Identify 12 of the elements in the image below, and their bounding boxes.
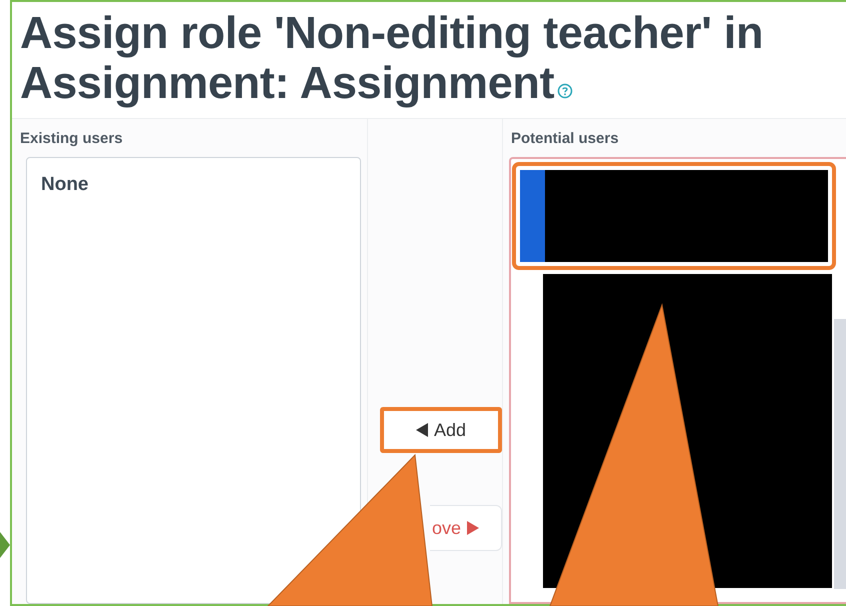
- scrollbar[interactable]: [834, 319, 846, 589]
- pointer-icon: [0, 532, 10, 558]
- add-button[interactable]: Add: [380, 407, 502, 453]
- remove-button[interactable]: ove: [430, 505, 502, 551]
- right-triangle-icon: [467, 521, 480, 535]
- existing-users-list[interactable]: None: [26, 157, 361, 604]
- page-title: Assign role 'Non-editing teacher' in Assignment: Assignment: [20, 8, 764, 108]
- help-icon[interactable]: [557, 83, 574, 99]
- list-option[interactable]: None: [27, 158, 360, 212]
- column-label: Existing users: [20, 129, 124, 149]
- left-triangle-icon: [416, 423, 428, 437]
- column-label: Potential users: [511, 129, 620, 149]
